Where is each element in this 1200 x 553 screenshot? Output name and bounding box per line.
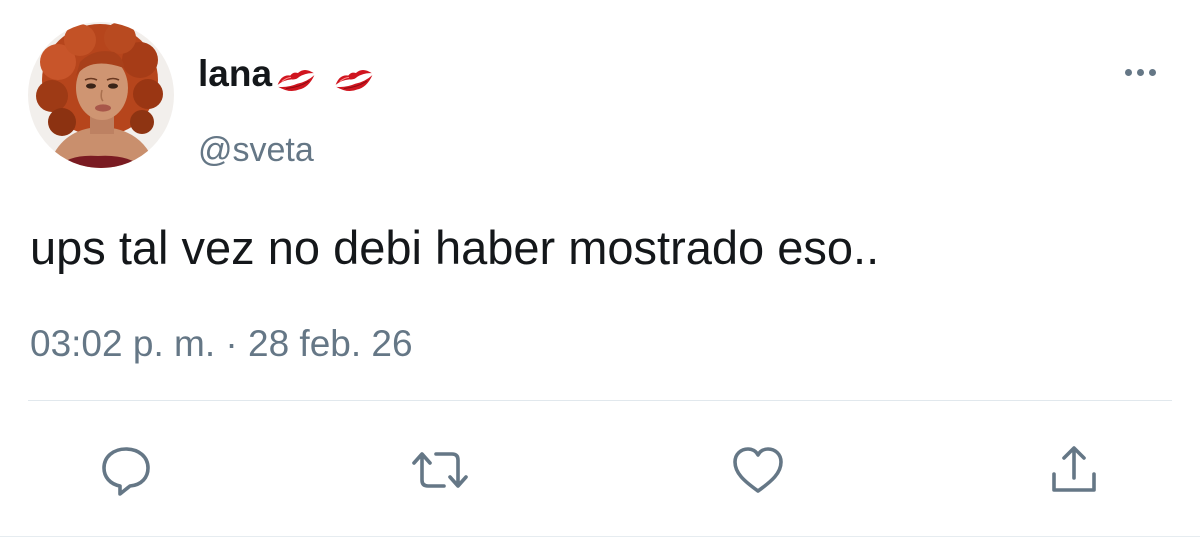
like-button[interactable] <box>728 442 788 498</box>
tweet-text: ups tal vez no debi haber mostrado eso.. <box>30 221 880 274</box>
timestamp[interactable]: 03:02 p. m. · 28 feb. 26 <box>30 320 413 368</box>
bottom-divider <box>0 536 1200 537</box>
tweet: lana @sveta ups tal vez no debi haber mo… <box>0 0 1200 553</box>
display-name-text: lana <box>198 53 273 94</box>
more-options-button[interactable] <box>1116 58 1164 86</box>
reply-button[interactable] <box>96 442 156 498</box>
more-dots-icon <box>1148 68 1156 76</box>
display-name[interactable]: lana <box>198 50 376 98</box>
share-button[interactable] <box>1044 442 1104 498</box>
like-heart-icon <box>733 447 783 493</box>
retweet-icon <box>412 452 468 488</box>
avatar-photo <box>28 22 174 168</box>
kiss-mark-icon <box>274 59 318 92</box>
user-handle[interactable]: @sveta <box>198 128 314 172</box>
divider <box>28 400 1172 401</box>
reply-icon <box>102 447 150 496</box>
share-icon <box>1052 446 1096 492</box>
kiss-mark-icon <box>332 59 376 92</box>
more-dots-icon <box>1124 68 1132 76</box>
retweet-button[interactable] <box>410 442 470 498</box>
avatar[interactable] <box>28 22 174 168</box>
more-dots-icon <box>1136 68 1144 76</box>
